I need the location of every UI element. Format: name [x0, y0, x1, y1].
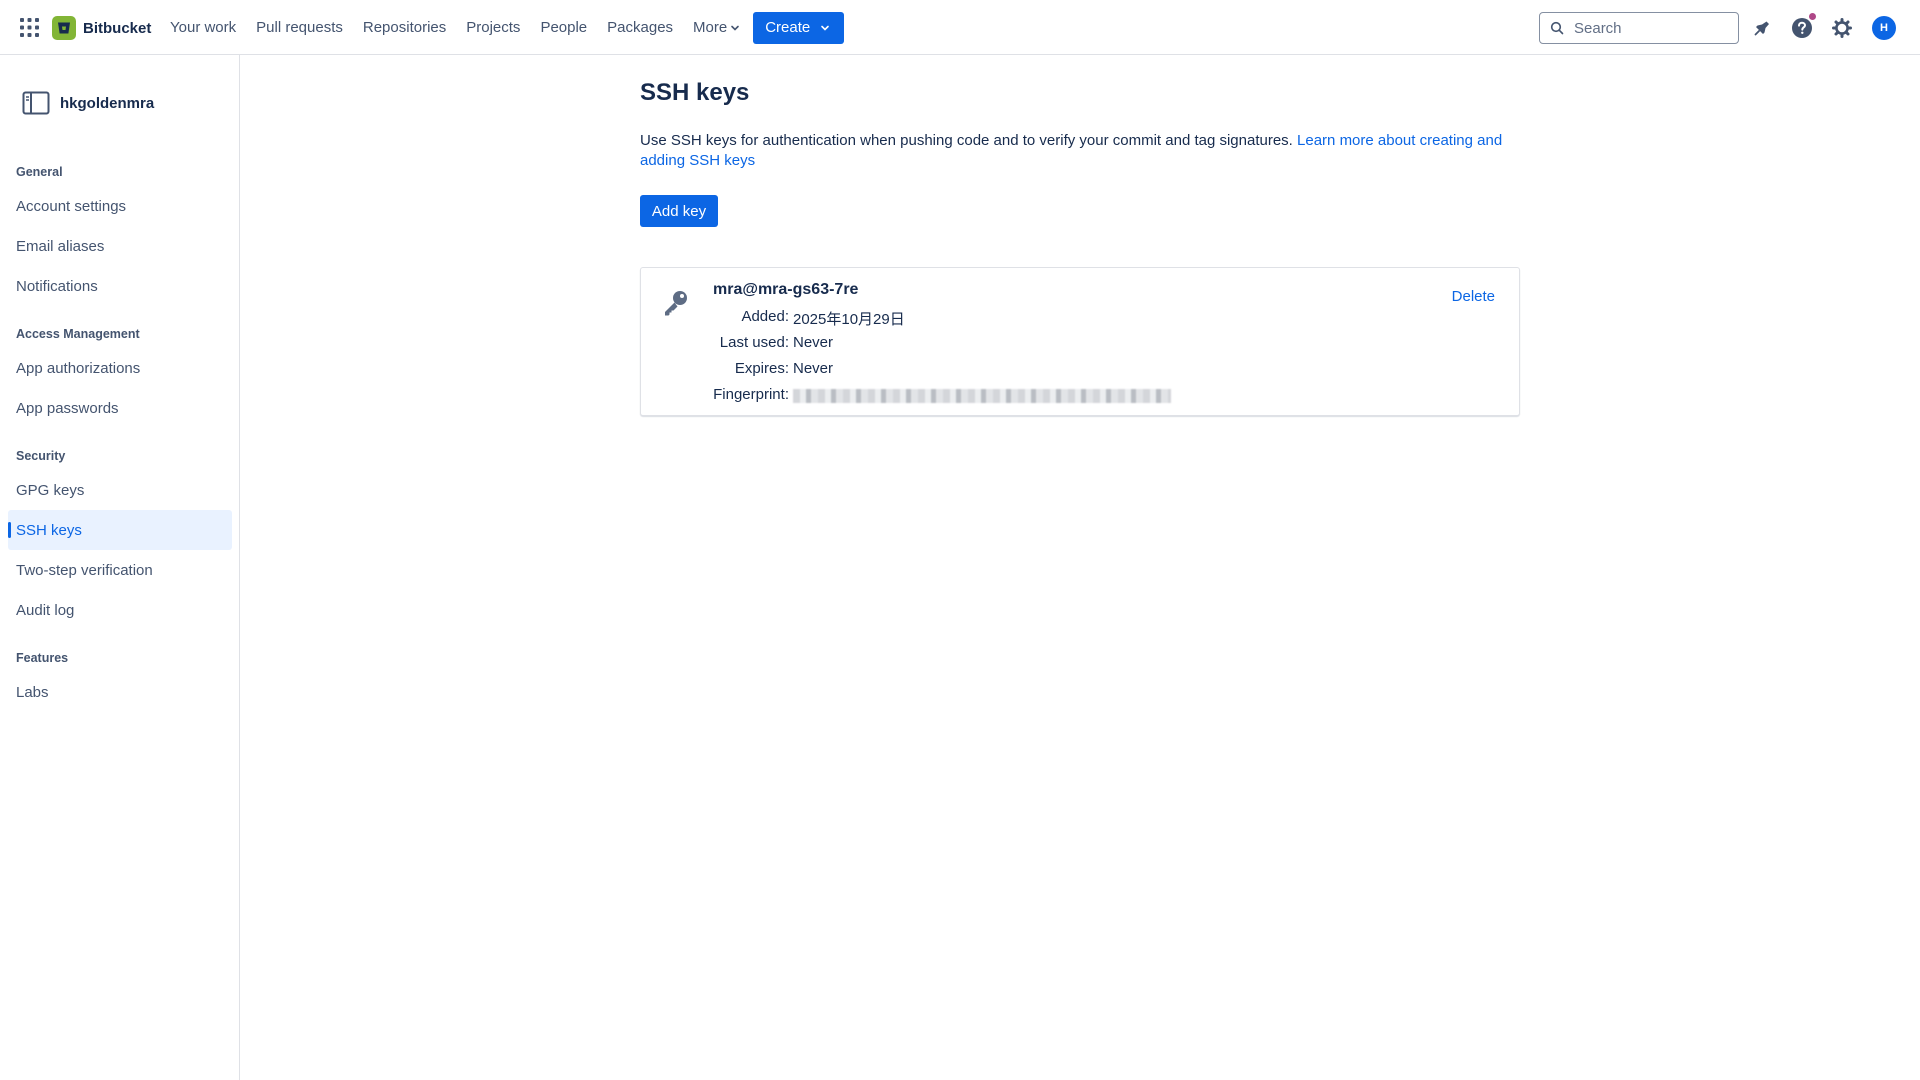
- search-box[interactable]: [1539, 12, 1739, 44]
- sidebar: hkgoldenmra General Account settings Ema…: [0, 55, 240, 1080]
- sidebar-item-app-passwords[interactable]: App passwords: [8, 388, 232, 428]
- page-description: Use SSH keys for authentication when pus…: [640, 131, 1520, 171]
- help-notification-dot: [1809, 13, 1816, 20]
- ssh-key-name: mra@mra-gs63-7re: [713, 281, 859, 298]
- sidebar-item-app-authorizations[interactable]: App authorizations: [8, 348, 232, 388]
- avatar-initial: H: [1880, 22, 1888, 34]
- app-switcher-icon[interactable]: [20, 18, 39, 37]
- add-key-button[interactable]: Add key: [640, 195, 718, 227]
- fingerprint-value-redacted: [793, 389, 1171, 403]
- description-text: Use SSH keys for authentication when pus…: [640, 132, 1293, 149]
- section-heading-access-management: Access Management: [16, 327, 140, 341]
- sidebar-item-gpg-keys[interactable]: GPG keys: [8, 470, 232, 510]
- section-heading-features: Features: [16, 651, 69, 665]
- settings-icon[interactable]: [1830, 16, 1854, 40]
- help-icon[interactable]: [1790, 13, 1816, 40]
- top-navigation: Bitbucket Your work Pull requests Reposi…: [0, 0, 1920, 55]
- notifications-icon[interactable]: [1750, 16, 1774, 40]
- ssh-key-card: mra@mra-gs63-7re Added: 2025年10月29日 Last…: [640, 267, 1520, 416]
- ssh-key-expires-row: Expires: Never: [713, 360, 833, 377]
- workspace-name: hkgoldenmra: [60, 94, 155, 112]
- expires-label: Expires:: [734, 360, 789, 377]
- nav-more-dropdown[interactable]: More: [693, 19, 740, 36]
- workspace-icon: [22, 91, 50, 115]
- added-value: 2025年10月29日: [793, 311, 905, 328]
- section-heading-general: General: [16, 165, 63, 179]
- nav-more-label: More: [693, 19, 728, 36]
- fingerprint-label: Fingerprint:: [713, 386, 789, 403]
- sidebar-item-ssh-keys[interactable]: SSH keys: [8, 510, 232, 550]
- nav-pull-requests[interactable]: Pull requests: [256, 19, 343, 36]
- key-icon: [665, 291, 687, 316]
- search-icon: [1550, 21, 1564, 35]
- last-used-label: Last used:: [719, 334, 789, 351]
- nav-your-work[interactable]: Your work: [170, 19, 236, 36]
- last-used-value: Never: [793, 334, 834, 351]
- sidebar-item-label: SSH keys: [16, 521, 82, 539]
- avatar[interactable]: H: [1872, 16, 1896, 40]
- page-title: SSH keys: [640, 79, 750, 106]
- sidebar-item-account-settings[interactable]: Account settings: [8, 186, 232, 226]
- ssh-key-last-used-row: Last used: Never: [713, 334, 833, 351]
- ssh-key-added-row: Added: 2025年10月29日: [713, 308, 905, 329]
- create-button[interactable]: Create: [753, 11, 845, 44]
- sidebar-item-labs[interactable]: Labs: [8, 672, 232, 712]
- workspace-header[interactable]: hkgoldenmra: [22, 91, 154, 115]
- primary-nav: Your work Pull requests Repositories Pro…: [170, 0, 845, 55]
- chevron-down-icon: [731, 25, 740, 31]
- bitbucket-logo-icon: [52, 16, 76, 40]
- ssh-key-fingerprint-row: Fingerprint:: [713, 386, 1171, 403]
- added-label: Added:: [741, 308, 789, 325]
- nav-packages[interactable]: Packages: [607, 19, 673, 36]
- sidebar-item-notifications[interactable]: Notifications: [8, 266, 232, 306]
- delete-key-button[interactable]: Delete: [1452, 288, 1495, 305]
- section-heading-security: Security: [16, 449, 66, 463]
- nav-repositories[interactable]: Repositories: [363, 19, 446, 36]
- expires-value: Never: [793, 360, 834, 377]
- nav-projects[interactable]: Projects: [466, 19, 520, 36]
- sidebar-item-email-aliases[interactable]: Email aliases: [8, 226, 232, 266]
- sidebar-item-audit-log[interactable]: Audit log: [8, 590, 232, 630]
- brand-name: Bitbucket: [83, 19, 152, 37]
- nav-people[interactable]: People: [540, 19, 587, 36]
- bitbucket-home-link[interactable]: Bitbucket: [52, 16, 151, 40]
- active-indicator: [8, 522, 11, 538]
- chevron-down-icon: [821, 25, 830, 31]
- sidebar-item-two-step-verification[interactable]: Two-step verification: [8, 550, 232, 590]
- search-input[interactable]: [1572, 18, 1726, 38]
- create-button-label: Create: [765, 19, 811, 36]
